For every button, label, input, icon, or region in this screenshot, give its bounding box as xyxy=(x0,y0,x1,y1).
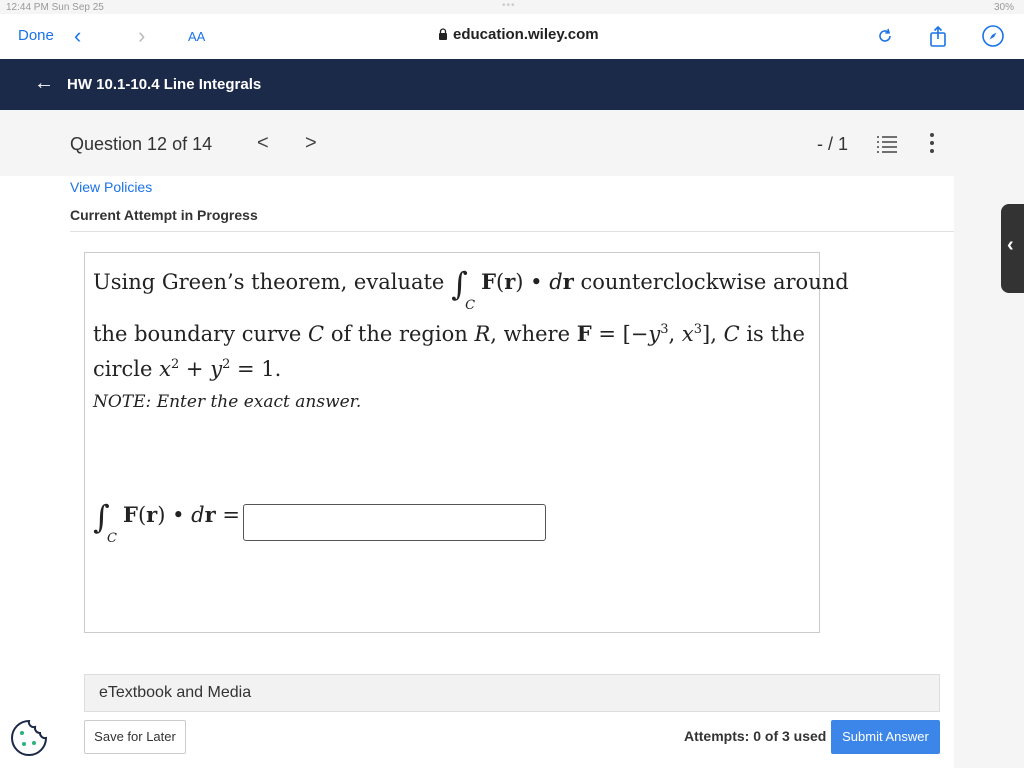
problem-text: is the xyxy=(746,322,805,346)
chevron-left-icon: ‹ xyxy=(1007,234,1014,256)
share-icon[interactable] xyxy=(926,24,950,48)
view-policies-link[interactable]: View Policies xyxy=(70,179,152,195)
browser-toolbar: Done ‹ › AA education.wiley.com xyxy=(0,14,1024,59)
problem-note: NOTE: Enter the exact answer. xyxy=(93,392,362,412)
attempts-counter: Attempts: 0 of 3 used xyxy=(684,728,827,744)
more-options-icon[interactable] xyxy=(928,132,936,154)
assignment-header: ← HW 10.1-10.4 Line Integrals xyxy=(0,59,1024,110)
previous-question-button[interactable]: < xyxy=(257,132,269,155)
lock-icon xyxy=(439,28,447,40)
next-question-button[interactable]: > xyxy=(305,132,317,155)
integral-symbol: ∫ C xyxy=(93,498,117,546)
chevron-left-icon[interactable]: ‹ xyxy=(74,23,81,49)
divider xyxy=(70,231,954,232)
submit-answer-button[interactable]: Submit Answer xyxy=(831,720,940,754)
problem-text: counterclockwise around xyxy=(580,270,849,294)
side-panel-tab[interactable]: ‹ xyxy=(1001,204,1024,293)
multitask-dots: ••• xyxy=(502,0,516,11)
question-counter: Question 12 of 14 xyxy=(70,134,213,154)
question-score: - / 1 xyxy=(817,134,849,154)
problem-text: circle xyxy=(93,357,153,381)
cookie-icon[interactable] xyxy=(10,719,48,757)
chevron-right-icon[interactable]: › xyxy=(138,23,145,49)
etextbook-media-section[interactable]: eTextbook and Media xyxy=(84,674,940,712)
problem-line-1: Using Green’s theorem, evaluate ∫ C F(r) … xyxy=(93,265,849,313)
answer-expression: ∫ C F(r) • dr = xyxy=(93,498,240,546)
problem-text: where xyxy=(503,322,571,346)
answer-input[interactable] xyxy=(243,504,546,541)
done-button[interactable]: Done xyxy=(18,27,54,44)
problem-line-2: the boundary curve C of the region R, wh… xyxy=(93,321,805,346)
address-bar[interactable]: education.wiley.com xyxy=(438,26,599,43)
arrow-left-icon[interactable]: ← xyxy=(34,72,54,95)
problem-text: of the region xyxy=(330,322,468,346)
problem-text: the boundary curve xyxy=(93,322,302,346)
question-nav-bar: Question 12 of 14 < > - / 1 xyxy=(0,110,1024,176)
compass-icon[interactable] xyxy=(981,24,1005,48)
assignment-title: HW 10.1-10.4 Line Integrals xyxy=(67,76,262,93)
text-size-button[interactable]: AA xyxy=(188,29,205,44)
attempt-status: Current Attempt in Progress xyxy=(70,207,258,223)
url-text: education.wiley.com xyxy=(453,26,599,43)
question-list-icon[interactable] xyxy=(876,134,898,154)
question-content: View Policies Current Attempt in Progres… xyxy=(0,176,954,768)
status-time: 12:44 PM Sun Sep 25 xyxy=(6,2,104,13)
problem-line-3: circle x2 + y2 = 1. xyxy=(93,357,282,381)
save-for-later-button[interactable]: Save for Later xyxy=(84,720,186,754)
problem-text: Using Green’s theorem, evaluate xyxy=(93,270,445,294)
battery-level: 30% xyxy=(993,2,1014,13)
status-bar: 12:44 PM Sun Sep 25 ••• 30% xyxy=(0,0,1024,14)
problem-statement: Using Green’s theorem, evaluate ∫ C F(r) … xyxy=(84,252,849,633)
integral-symbol: ∫ C xyxy=(451,265,476,313)
reload-icon[interactable] xyxy=(873,24,897,48)
